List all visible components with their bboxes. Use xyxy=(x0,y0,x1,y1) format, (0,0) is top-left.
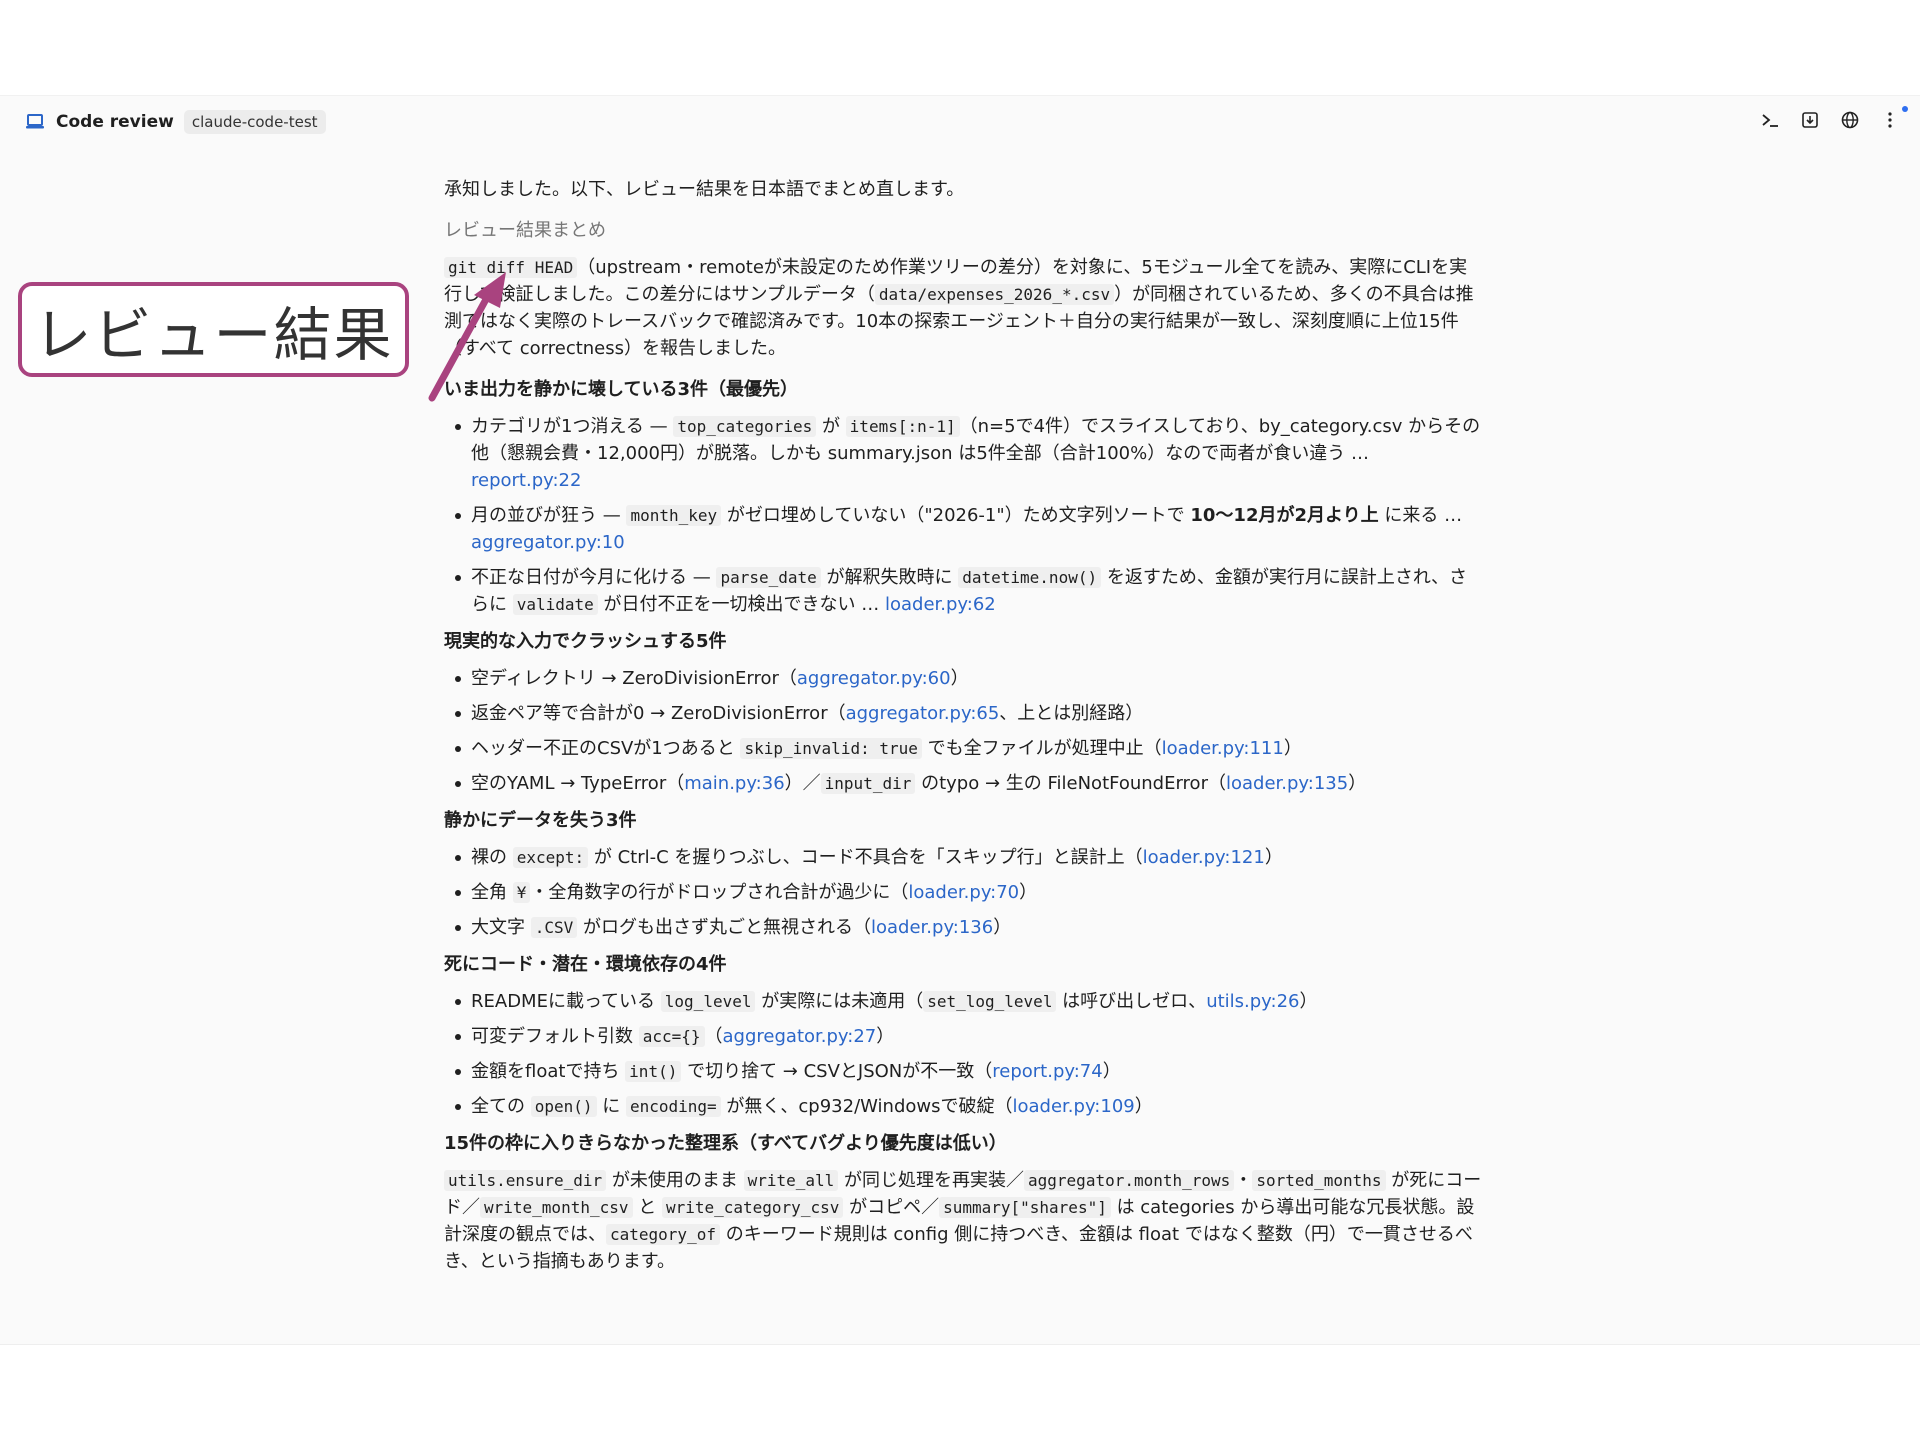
globe-icon xyxy=(1841,111,1859,129)
intro-text: 承知しました。以下、レビュー結果を日本語でまとめ直します。 xyxy=(444,179,965,200)
list-item: カテゴリが1つ消える — top_categories が items[:n-1… xyxy=(444,413,1484,494)
list-item: 月の並びが狂う — month_key がゼロ埋めしていない（"2026-1"）… xyxy=(444,502,1484,556)
list-item: 全角 ¥ ・全角数字の行がドロップされ合計が過少に（loader.py:70） xyxy=(444,879,1484,906)
more-menu-button[interactable] xyxy=(1878,108,1902,132)
file-link[interactable]: aggregator.py:60 xyxy=(797,668,951,689)
file-link[interactable]: loader.py:62 xyxy=(885,594,996,615)
file-link[interactable]: loader.py:109 xyxy=(1013,1096,1135,1117)
crash-list: 空ディレクトリ → ZeroDivisionError（aggregator.p… xyxy=(444,665,1484,797)
section-heading-crash: 現実的な入力でクラッシュする5件 xyxy=(444,631,727,652)
list-item: ヘッダー不正のCSVが1つあると skip_invalid: true でも全フ… xyxy=(444,735,1484,762)
review-result-callout: レビュー結果 xyxy=(18,282,409,377)
list-item: 裸の except: が Ctrl-C を握りつぶし、コード不具合を「スキップ行… xyxy=(444,844,1484,871)
header-actions xyxy=(1758,108,1902,132)
section-heading-cleanup: 15件の枠に入りきらなかった整理系（すべてバグより優先度は低い） xyxy=(444,1133,1007,1154)
data-loss-list: 裸の except: が Ctrl-C を握りつぶし、コード不具合を「スキップ行… xyxy=(444,844,1484,941)
terminal-icon xyxy=(1762,114,1778,127)
list-item: 空のYAML → TypeError（main.py:36）／ input_dir… xyxy=(444,770,1484,797)
terminal-button[interactable] xyxy=(1758,108,1782,132)
file-link[interactable]: aggregator.py:27 xyxy=(723,1026,877,1047)
top-bar: Code review claude-code-test xyxy=(0,96,1920,146)
file-link[interactable]: main.py:36 xyxy=(684,773,784,794)
list-item: 返金ペア等で合計が0 → ZeroDivisionError（aggregato… xyxy=(444,700,1484,727)
inline-code: git diff HEAD xyxy=(444,257,578,278)
export-icon xyxy=(1802,112,1818,128)
file-link[interactable]: aggregator.py:10 xyxy=(471,532,625,553)
callout-label: レビュー結果 xyxy=(33,300,394,369)
file-link[interactable]: loader.py:136 xyxy=(871,917,993,938)
export-button[interactable] xyxy=(1798,108,1822,132)
file-link[interactable]: report.py:22 xyxy=(471,470,581,491)
list-item: 金額をfloatで持ち int() で切り捨て → CSVとJSONが不一致（r… xyxy=(444,1058,1484,1085)
file-link[interactable]: utils.py:26 xyxy=(1206,991,1299,1012)
file-link[interactable]: aggregator.py:65 xyxy=(846,703,1000,724)
list-item: 可変デフォルト引数 acc={} （aggregator.py:27） xyxy=(444,1023,1484,1050)
list-item: READMEに載っている log_level が実際には未適用（ set_log_… xyxy=(444,988,1484,1015)
header-left: Code review claude-code-test xyxy=(24,110,326,134)
list-item: 空ディレクトリ → ZeroDivisionError（aggregator.p… xyxy=(444,665,1484,692)
section-heading-dead-code: 死にコード・潜在・環境依存の4件 xyxy=(444,954,727,975)
file-link[interactable]: loader.py:70 xyxy=(908,882,1019,903)
file-link[interactable]: loader.py:121 xyxy=(1143,847,1265,868)
inline-code: data/expenses_2026_*.csv xyxy=(874,284,1115,305)
priority-list: カテゴリが1つ消える — top_categories が items[:n-1… xyxy=(444,413,1484,618)
file-link[interactable]: loader.py:135 xyxy=(1226,773,1348,794)
file-link[interactable]: loader.py:111 xyxy=(1162,738,1284,759)
laptop-icon xyxy=(24,111,46,133)
section-heading-data-loss: 静かにデータを失う3件 xyxy=(444,810,637,831)
list-item: 全ての open() に encoding= が無く、cp932/Windows… xyxy=(444,1093,1484,1120)
repo-badge[interactable]: claude-code-test xyxy=(183,110,326,134)
list-item: 不正な日付が今月に化ける — parse_date が解釈失敗時に dateti… xyxy=(444,564,1484,618)
review-content: 承知しました。以下、レビュー結果を日本語でまとめ直します。 レビュー結果まとめ … xyxy=(444,176,1484,1289)
file-link[interactable]: report.py:74 xyxy=(992,1061,1102,1082)
page-title: Code review xyxy=(56,112,174,132)
notification-dot xyxy=(1902,106,1908,112)
dead-code-list: READMEに載っている log_level が実際には未適用（ set_log_… xyxy=(444,988,1484,1120)
section-heading-priority: いま出力を静かに壊している3件（最優先） xyxy=(444,379,798,400)
summary-paragraph: git diff HEAD （upstream・remoteが未設定のため作業ツリ… xyxy=(444,257,1474,359)
globe-button[interactable] xyxy=(1838,108,1862,132)
review-subtitle: レビュー結果まとめ xyxy=(444,220,606,241)
more-vertical-icon xyxy=(1888,112,1892,128)
list-item: 大文字 .CSV がログも出さず丸ごと無視される（loader.py:136） xyxy=(444,914,1484,941)
cleanup-paragraph: utils.ensure_dir が未使用のまま write_all が同じ処理… xyxy=(444,1170,1482,1272)
